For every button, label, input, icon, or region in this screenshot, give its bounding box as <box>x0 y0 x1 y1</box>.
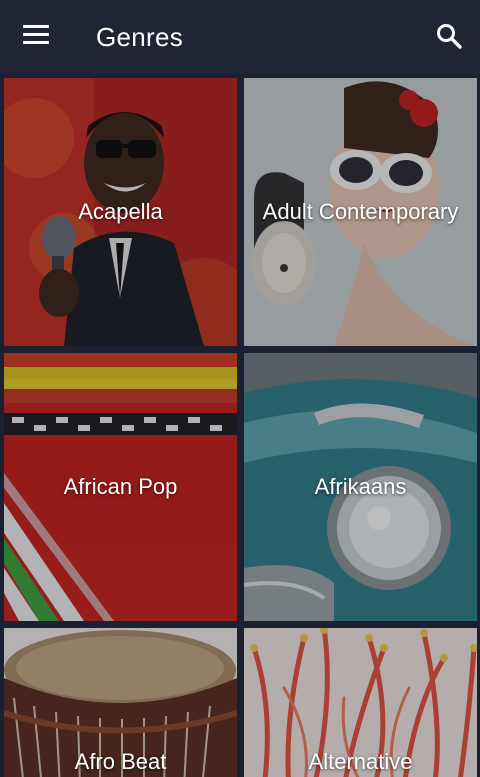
app-bar: Genres <box>0 0 480 74</box>
genre-tile-alternative[interactable]: Alternative <box>244 628 477 777</box>
genre-tile-adult-contemporary[interactable]: Adult Contemporary <box>244 78 477 346</box>
genre-label: Afro Beat <box>74 749 167 774</box>
genre-tile-acapella[interactable]: Acapella <box>4 78 237 346</box>
menu-button[interactable] <box>14 17 60 57</box>
genre-label: Adult Contemporary <box>262 199 459 224</box>
page-title: Genres <box>96 22 184 52</box>
genre-tile-african-pop[interactable]: African Pop <box>4 353 237 621</box>
genre-label: Alternative <box>308 749 413 774</box>
hamburger-menu-icon <box>23 24 51 51</box>
genre-tile-afrikaans[interactable]: Afrikaans <box>244 353 477 621</box>
genre-label: African Pop <box>63 474 178 499</box>
genre-grid: Acapella Adult Contemporary African Pop … <box>0 74 480 777</box>
genre-label: Afrikaans <box>314 474 407 499</box>
search-icon <box>436 23 462 54</box>
search-button[interactable] <box>428 17 470 59</box>
genre-label: Acapella <box>78 199 163 224</box>
genre-tile-afro-beat[interactable]: Afro Beat <box>4 628 237 777</box>
